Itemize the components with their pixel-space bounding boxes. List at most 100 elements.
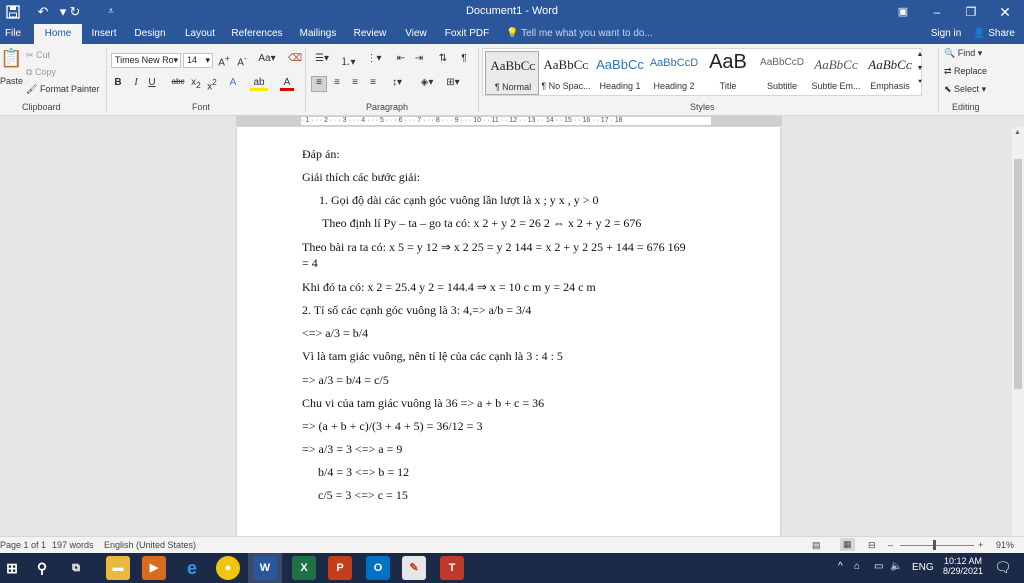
- style-subtle-emphasis[interactable]: AaBbCᴄ Subtle Em...: [809, 51, 863, 95]
- line-spacing-icon[interactable]: ↕▾: [388, 77, 406, 88]
- zoom-level[interactable]: 91%: [996, 540, 1014, 550]
- style-heading-2[interactable]: AaBbCcD Heading 2: [647, 51, 701, 95]
- tab-foxit-pdf[interactable]: Foxit PDF: [442, 24, 492, 44]
- vertical-scrollbar[interactable]: ▲: [1012, 127, 1024, 536]
- highlight-icon[interactable]: ab: [250, 77, 268, 91]
- media-player-icon[interactable]: ▶: [142, 556, 166, 580]
- strikethrough-icon[interactable]: abc: [170, 77, 186, 86]
- align-center-icon[interactable]: ≡: [330, 77, 344, 88]
- align-left-icon[interactable]: ≡: [311, 76, 327, 92]
- chrome-icon[interactable]: ●: [216, 556, 240, 580]
- tab-references[interactable]: References: [230, 24, 284, 44]
- grow-font-icon[interactable]: A+: [218, 53, 230, 68]
- style-normal[interactable]: AaBbCᴄ ¶ Normal: [485, 51, 539, 95]
- justify-icon[interactable]: ≡: [366, 77, 380, 88]
- font-color-icon[interactable]: A: [280, 77, 294, 91]
- copy-button[interactable]: ⧉ Copy: [26, 67, 56, 78]
- show-formatting-icon[interactable]: ¶: [458, 53, 470, 64]
- multilevel-list-icon[interactable]: ⋮▾: [364, 53, 384, 64]
- tab-mailings[interactable]: Mailings: [296, 24, 340, 44]
- scroll-up-arrow-icon[interactable]: ▲: [1014, 129, 1021, 136]
- borders-icon[interactable]: ⊞▾: [444, 77, 462, 88]
- battery-icon[interactable]: ▭: [874, 561, 883, 572]
- web-layout-icon[interactable]: ⊟: [868, 540, 876, 551]
- word-count[interactable]: 197 words: [52, 540, 94, 550]
- clock[interactable]: 10:12 AM 8/29/2021: [940, 556, 986, 576]
- superscript-icon[interactable]: x2: [206, 77, 218, 92]
- notifications-icon[interactable]: 🗨: [994, 559, 1012, 576]
- tab-design[interactable]: Design: [130, 24, 170, 44]
- windows-start-icon[interactable]: ⊞: [0, 556, 24, 580]
- network-icon[interactable]: ⌂: [854, 561, 860, 572]
- document-page[interactable]: Đáp án: Giải thích các bước giải: 1. Gọi…: [237, 127, 780, 536]
- redo-icon[interactable]: ↻: [64, 3, 86, 21]
- paint-icon[interactable]: ✎: [402, 556, 426, 580]
- shrink-font-icon[interactable]: A-: [236, 53, 248, 68]
- italic-icon[interactable]: I: [130, 77, 142, 88]
- font-size-combo[interactable]: 14 ▾: [183, 53, 213, 68]
- find-button[interactable]: 🔍 Find ▾: [944, 48, 982, 59]
- change-case-icon[interactable]: Aa▾: [256, 53, 278, 64]
- font-name-combo[interactable]: Times New Ro ▾: [111, 53, 181, 68]
- customize-icon[interactable]: ⩡: [100, 3, 122, 21]
- style-no-spacing[interactable]: AaBbCᴄ ¶ No Spac...: [539, 51, 593, 95]
- bold-icon[interactable]: B: [112, 77, 124, 88]
- subscript-icon[interactable]: x2: [190, 77, 202, 90]
- minimize-icon[interactable]: –: [920, 0, 954, 24]
- outlook-icon[interactable]: O: [366, 556, 390, 580]
- undo-icon[interactable]: ↶: [32, 3, 54, 21]
- tab-file[interactable]: File: [0, 24, 26, 44]
- paste-button-label[interactable]: Paste: [0, 76, 23, 86]
- volume-icon[interactable]: 🔈: [890, 561, 902, 572]
- tell-me-box[interactable]: 💡 Tell me what you want to do...: [506, 24, 653, 44]
- sort-icon[interactable]: ⇅: [436, 53, 450, 64]
- share-button[interactable]: 👤 Share: [970, 24, 1018, 44]
- clear-formatting-icon[interactable]: ⌫: [288, 53, 302, 64]
- zoom-in-icon[interactable]: +: [978, 540, 983, 550]
- task-view-icon[interactable]: ⧉: [64, 556, 88, 580]
- text-effects-icon[interactable]: A: [226, 77, 240, 88]
- restore-icon[interactable]: ❐: [954, 0, 988, 24]
- align-right-icon[interactable]: ≡: [348, 77, 362, 88]
- edge-icon[interactable]: e: [180, 556, 204, 580]
- replace-button[interactable]: ⇄ Replace: [944, 66, 987, 77]
- style-heading-1[interactable]: AaBbCᴄ Heading 1: [593, 51, 647, 95]
- tab-insert[interactable]: Insert: [86, 24, 122, 44]
- cut-button[interactable]: ✂ Cut: [26, 50, 50, 61]
- powerpoint-icon[interactable]: P: [328, 556, 352, 580]
- file-explorer-icon[interactable]: ▬: [106, 556, 130, 580]
- underline-icon[interactable]: U: [146, 77, 158, 88]
- zoom-slider-thumb[interactable]: [933, 540, 936, 550]
- bullets-icon[interactable]: ☰▾: [312, 53, 332, 64]
- save-icon[interactable]: [2, 3, 24, 21]
- ribbon-display-icon[interactable]: ▣: [886, 0, 920, 24]
- print-layout-icon[interactable]: ▦: [840, 538, 855, 551]
- zoom-slider[interactable]: [900, 545, 974, 546]
- decrease-indent-icon[interactable]: ⇤: [394, 53, 408, 64]
- more-styles-icon[interactable]: ⯆: [916, 79, 924, 87]
- style-title[interactable]: AaB Title: [701, 51, 755, 95]
- shading-icon[interactable]: ◈▾: [418, 77, 436, 88]
- style-emphasis[interactable]: AaBbCᴄ Emphasis: [863, 51, 917, 95]
- sign-in-link[interactable]: Sign in: [928, 24, 964, 44]
- tray-overflow-icon[interactable]: ^: [838, 561, 843, 572]
- word-icon[interactable]: W: [253, 556, 277, 580]
- search-icon[interactable]: ⚲: [30, 556, 54, 580]
- scroll-up-icon[interactable]: ▲: [916, 51, 924, 58]
- select-button[interactable]: ⬉ Select ▾: [944, 84, 986, 95]
- zoom-out-icon[interactable]: –: [888, 540, 893, 550]
- horizontal-ruler[interactable]: · 1 · · · 2 · · · 3 · · · 4 · · · 5 · · …: [236, 116, 782, 126]
- scroll-down-icon[interactable]: ▼: [916, 65, 924, 72]
- language-status[interactable]: English (United States): [104, 540, 196, 550]
- scrollbar-thumb[interactable]: [1014, 159, 1022, 389]
- close-icon[interactable]: ✕: [988, 0, 1022, 24]
- increase-indent-icon[interactable]: ⇥: [412, 53, 426, 64]
- teams-icon[interactable]: T: [440, 556, 464, 580]
- format-painter-button[interactable]: 🖌 Format Painter: [26, 84, 99, 95]
- numbering-icon[interactable]: ⒈▾: [338, 53, 358, 68]
- tab-review[interactable]: Review: [350, 24, 390, 44]
- paste-icon[interactable]: 📋: [0, 48, 22, 72]
- tab-home[interactable]: Home: [34, 24, 82, 44]
- language-indicator[interactable]: ENG: [912, 562, 934, 573]
- read-mode-icon[interactable]: ▤: [812, 540, 821, 551]
